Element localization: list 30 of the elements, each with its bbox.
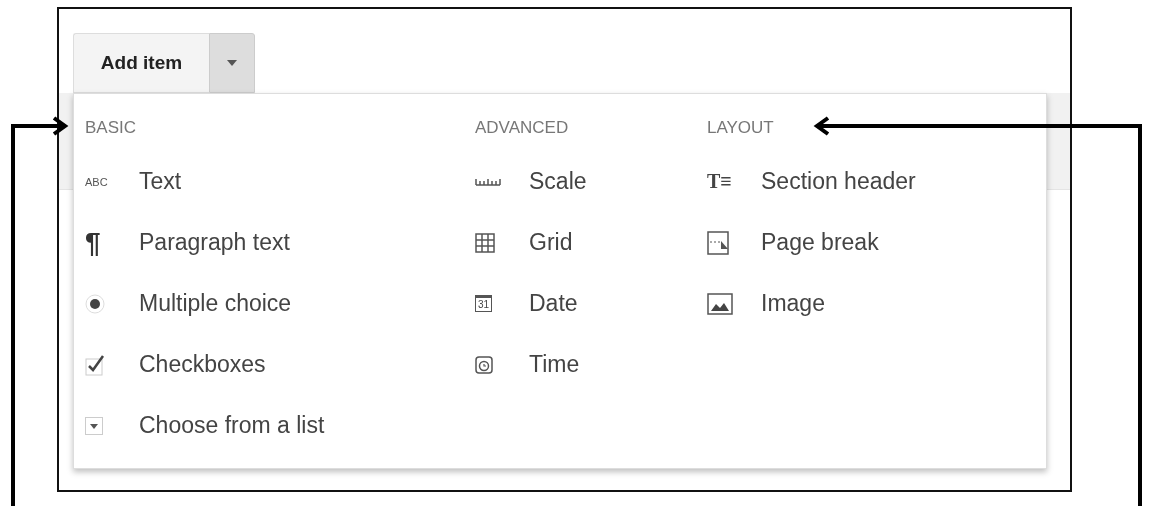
menu-item[interactable]: ¶ Paragraph text [85, 212, 475, 273]
page-break-icon [707, 230, 729, 255]
section-heading: BASIC [85, 118, 138, 139]
menu-item[interactable]: 31 Date [475, 273, 707, 334]
image-icon [707, 292, 733, 315]
clock-icon [475, 355, 493, 374]
menu-item[interactable]: Checkboxes [85, 334, 475, 395]
radio-icon [85, 293, 105, 314]
menu-item[interactable]: Image [707, 273, 916, 334]
menu-item[interactable]: Grid [475, 212, 707, 273]
section-heading: LAYOUT [707, 118, 775, 139]
grid-icon [475, 232, 495, 253]
menu-item[interactable]: Multiple choice [85, 273, 475, 334]
menu-item[interactable]: Time [475, 334, 707, 395]
menu-item[interactable]: T≡ Section header [707, 151, 916, 212]
add-item-button[interactable]: Add item [73, 33, 209, 93]
menu-item[interactable]: Choose from a list [85, 395, 475, 456]
dropdown-toggle[interactable] [209, 33, 255, 93]
abc-icon: ABC [85, 175, 108, 188]
caret-icon [227, 60, 237, 66]
calendar-icon: 31 [475, 295, 493, 312]
dropdown-icon [85, 416, 103, 435]
menu-item[interactable]: Page break [707, 212, 916, 273]
menu-item[interactable]: Scale [475, 151, 707, 212]
section-heading: ADVANCED [475, 118, 570, 139]
section-header-icon: T≡ [707, 170, 732, 193]
pilcrow-icon: ¶ [85, 226, 101, 259]
menu-item[interactable]: ABC Text [85, 151, 475, 212]
checkbox-icon [85, 353, 107, 376]
ruler-icon [475, 177, 501, 186]
